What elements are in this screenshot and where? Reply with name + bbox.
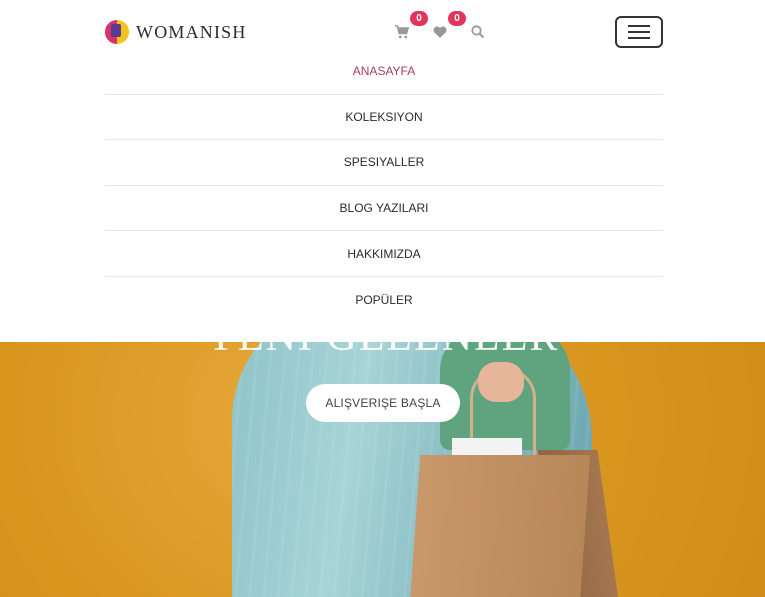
nav-item-populer[interactable]: POPÜLER xyxy=(105,277,663,323)
nav-item-blog-yazilari[interactable]: BLOG YAZILARI xyxy=(105,186,663,232)
shopping-cart-icon xyxy=(395,25,410,39)
brand-link[interactable]: WOMANISH xyxy=(105,20,247,44)
cart-button[interactable] xyxy=(394,24,414,42)
hamburger-menu-icon xyxy=(628,25,650,27)
nav-item-spesiyaller[interactable]: SPESIYALLER xyxy=(105,140,663,186)
hero-image-hand xyxy=(478,362,524,402)
search-icon xyxy=(471,25,485,39)
menu-toggle-button[interactable] xyxy=(615,16,663,48)
start-shopping-button[interactable]: ALIŞVERIŞE BAŞLA xyxy=(306,384,460,422)
heart-icon xyxy=(433,26,447,38)
wishlist-count-badge: 0 xyxy=(448,11,466,26)
nav-item-koleksiyon[interactable]: KOLEKSIYON xyxy=(105,95,663,141)
cart-count-badge: 0 xyxy=(410,11,428,26)
hero-image-paper-bag xyxy=(409,455,591,597)
brand-logo-icon xyxy=(105,20,129,44)
header-nav-panel: WOMANISH 0 0 ANASAYFA KOLEKSIYON SPESIYA… xyxy=(0,0,765,342)
search-button[interactable] xyxy=(470,24,490,42)
wishlist-button[interactable] xyxy=(432,24,452,42)
brand-name: WOMANISH xyxy=(136,21,247,42)
nav-item-hakkimizda[interactable]: HAKKIMIZDA xyxy=(105,231,663,277)
main-nav: ANASAYFA KOLEKSIYON SPESIYALLER BLOG YAZ… xyxy=(105,49,663,323)
nav-item-anasayfa[interactable]: ANASAYFA xyxy=(105,49,663,95)
